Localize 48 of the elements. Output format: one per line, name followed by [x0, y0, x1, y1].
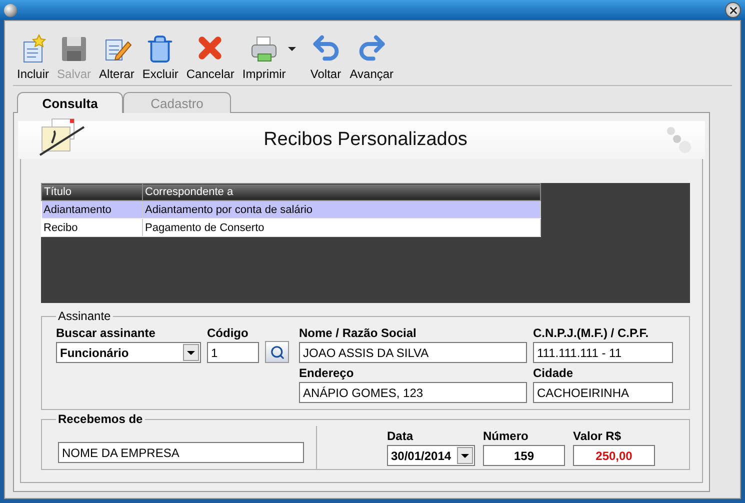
search-icon: [270, 344, 284, 360]
date-picker[interactable]: 30/01/2014: [387, 445, 475, 466]
signer-type-dropdown[interactable]: Funcionário: [56, 342, 201, 363]
field-label: Código: [207, 326, 250, 340]
group-legend: Assinante: [56, 309, 113, 323]
field-label: Valor R$: [573, 429, 622, 443]
field-label: Endereço: [299, 366, 355, 380]
field-label: Cidade: [533, 366, 574, 380]
caret-icon: [461, 454, 469, 458]
close-button[interactable]: [725, 2, 741, 18]
table-row[interactable]: Adiantamento Adiantamento por conta de salário: [42, 200, 540, 218]
toolbar-button[interactable]: Imprimir: [238, 34, 290, 81]
page-title: Recibos Personalizados: [262, 129, 468, 151]
field-label: C.N.P.J.(M.F.) / C.P.F.: [533, 326, 650, 340]
bubbles-icon: [665, 125, 693, 155]
printer-icon: [249, 34, 280, 64]
toolbar-button[interactable]: Alterar: [95, 34, 138, 81]
column-header[interactable]: Correspondente a: [142, 184, 540, 200]
window-menu-icon[interactable]: [4, 4, 17, 16]
payer-field[interactable]: NOME DA EMPRESA: [58, 442, 304, 463]
caret-icon: [187, 350, 195, 354]
name-field[interactable]: JOAO ASSIS DA SILVA: [299, 342, 527, 363]
dropdown-button[interactable]: [183, 344, 199, 361]
table-cell: Pagamento de Conserto: [142, 218, 540, 236]
number-field[interactable]: 159: [483, 445, 565, 466]
field-label: Nome / Razão Social: [299, 326, 418, 340]
toolbar-button[interactable]: Voltar: [306, 32, 346, 81]
toolbar-button[interactable]: Cancelar: [182, 32, 238, 81]
tab[interactable]: Consulta: [17, 92, 123, 113]
toolbar-button[interactable]: Excluir: [138, 34, 182, 81]
city-field[interactable]: CACHOEIRINHA: [533, 382, 673, 403]
column-header[interactable]: Título: [42, 184, 142, 200]
address-field[interactable]: ANÁPIO GOMES, 123: [299, 382, 527, 403]
toolbar-button[interactable]: Incluir: [13, 34, 54, 81]
tax-id-field[interactable]: 111.111.111 - 11: [533, 342, 673, 363]
field-label: Número: [483, 429, 530, 443]
lookup-button[interactable]: [265, 341, 289, 363]
toolbar-button[interactable]: Avançar: [346, 32, 398, 81]
amount-field[interactable]: 250,00: [573, 445, 655, 466]
code-field[interactable]: 1: [207, 342, 259, 363]
table-cell: Recibo: [42, 218, 142, 236]
dropdown-caret-icon[interactable]: [288, 47, 296, 51]
field-label: Buscar assinante: [56, 326, 156, 340]
table-row[interactable]: Recibo Pagamento de Conserto: [42, 218, 540, 236]
group-legend: Recebemos de: [56, 412, 145, 426]
field-label: Data: [387, 429, 414, 443]
dropdown-button[interactable]: [457, 447, 473, 464]
close-icon: [728, 4, 738, 16]
